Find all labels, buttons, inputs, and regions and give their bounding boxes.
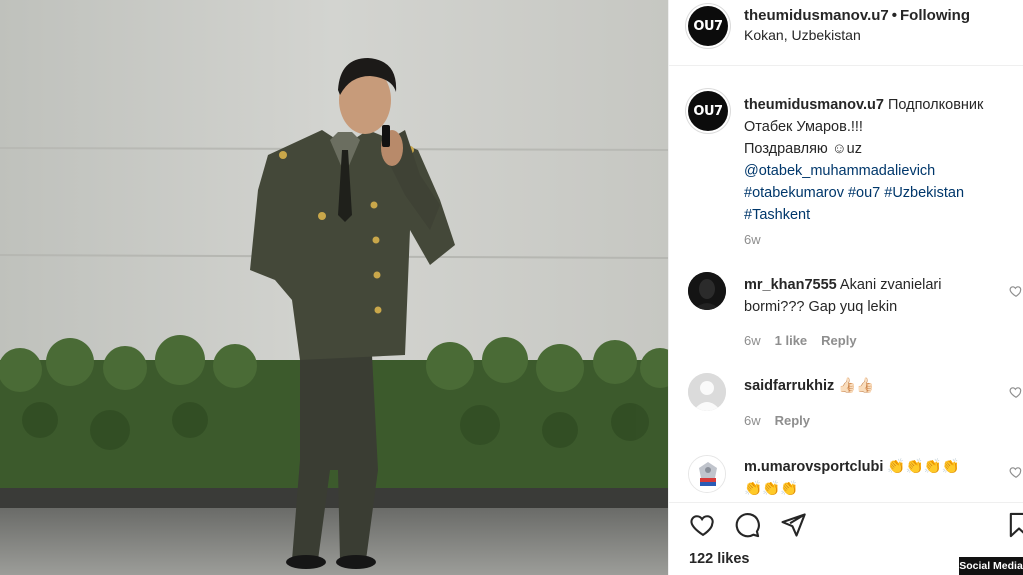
comment-body-2: 👏👏👏 — [744, 481, 799, 497]
caption-text-3: Поздравляю ☺︎uz — [744, 141, 862, 157]
default-avatar-icon — [688, 373, 726, 411]
caption-hashtags-2[interactable]: #Tashkent — [744, 207, 810, 223]
follow-status-button[interactable]: Following — [900, 7, 970, 24]
comment-body-2: bormi??? Gap yuq lekin — [744, 299, 898, 315]
share-icon[interactable] — [779, 511, 807, 539]
comment-reply-button[interactable]: Reply — [775, 413, 810, 428]
author-avatar[interactable]: OU7 — [688, 6, 728, 46]
avatar-logo-text: OU7 — [693, 18, 723, 34]
comment-likes-count[interactable]: 1 like — [775, 333, 808, 348]
comment-text: saidfarrukhiz 👍🏻👍🏻 — [744, 375, 989, 397]
caption-mention-link[interactable]: @otabek_muhammadalievich — [744, 163, 935, 179]
comment-text: m.umarovsportclubi 👏👏👏👏 👏👏👏 — [744, 456, 989, 500]
comment-timestamp[interactable]: 6w — [744, 333, 761, 348]
comment-icon[interactable] — [733, 511, 761, 539]
caption-username[interactable]: theumidusmanov.u7 — [744, 97, 884, 113]
post-header: OU7 theumidusmanov.u7 • Following Kokan, U… — [669, 0, 1023, 66]
caption-text-1: Подполковник — [883, 97, 984, 113]
bookmark-icon[interactable] — [1005, 511, 1023, 539]
post-photo[interactable] — [0, 0, 668, 575]
comment-text: mr_khan7555 Akani zvanielari bormi??? Ga… — [744, 274, 989, 318]
post-location[interactable]: Kokan, Uzbekistan — [744, 27, 861, 43]
comment-timestamp[interactable]: 6w — [744, 413, 761, 428]
comment-username[interactable]: mr_khan7555 — [744, 277, 837, 293]
comment-like-heart-icon[interactable] — [1009, 385, 1023, 399]
likes-count[interactable]: 122 likes — [689, 551, 749, 567]
comment-body-1: 👍🏻👍🏻 — [834, 378, 875, 394]
club-logo-image — [689, 456, 725, 492]
post-photo-illustration — [0, 0, 668, 575]
caption-text-2: Отабек Умаров.!!! — [744, 119, 863, 135]
commenter-avatar-default[interactable] — [688, 373, 726, 411]
post-side-panel: OU7 theumidusmanov.u7 • Following Kokan, U… — [668, 0, 1023, 575]
separator-dot: • — [891, 7, 898, 24]
caption-hashtags-1[interactable]: #otabekumarov #ou7 #Uzbekistan — [744, 185, 964, 201]
avatar-logo-text: OU7 — [693, 103, 723, 119]
commenter-avatar-club[interactable] — [688, 455, 726, 493]
heart-icon[interactable] — [689, 511, 717, 539]
comment-like-heart-icon[interactable] — [1009, 284, 1023, 298]
comment-body-1: Akani zvanielari — [836, 277, 942, 293]
comment-like-heart-icon[interactable] — [1009, 465, 1023, 479]
commenter-avatar-image — [688, 272, 726, 310]
comment-body-1: 👏👏👏👏 — [883, 459, 960, 475]
comment-username[interactable]: saidfarrukhiz — [744, 378, 834, 394]
author-line: theumidusmanov.u7 • Following — [744, 7, 970, 24]
author-username[interactable]: theumidusmanov.u7 — [744, 7, 889, 24]
post-caption: theumidusmanov.u7 Подполковник Отабек Ум… — [744, 94, 1014, 226]
social-media-watermark: Social Media — [959, 557, 1023, 575]
comment-reply-button[interactable]: Reply — [821, 333, 856, 348]
caption-timestamp[interactable]: 6w — [744, 232, 761, 247]
comment-meta: 6w Reply — [744, 413, 810, 428]
comment-username[interactable]: m.umarovsportclubi — [744, 459, 883, 475]
commenter-avatar[interactable] — [688, 272, 726, 310]
comment-meta: 6w 1 like Reply — [744, 333, 857, 348]
caption-author-avatar[interactable]: OU7 — [688, 91, 728, 131]
